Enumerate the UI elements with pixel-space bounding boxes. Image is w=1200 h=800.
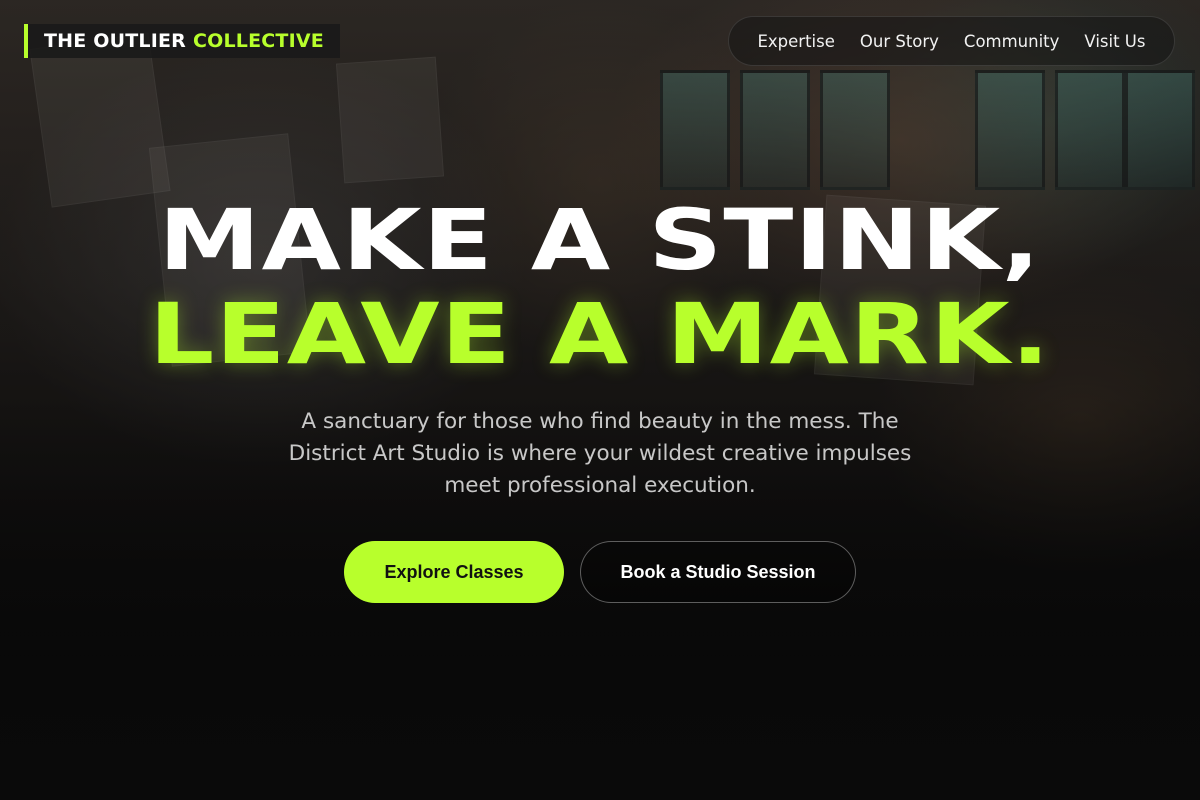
nav-link-community[interactable]: Community <box>964 32 1060 51</box>
hero-headline-line1: MAKE A STINK, <box>158 191 1042 289</box>
brand-logo[interactable]: THE OUTLIER COLLECTIVE <box>24 24 340 58</box>
hero-headline-line2: LEAVE A MARK. <box>148 285 1052 383</box>
nav-link-expertise[interactable]: Expertise <box>757 32 834 51</box>
brand-name-primary: THE OUTLIER <box>44 30 186 52</box>
main-nav: Expertise Our Story Community Visit Us <box>728 16 1175 66</box>
brand-name-accent: COLLECTIVE <box>192 30 324 52</box>
hero-overlay <box>0 0 1200 800</box>
nav-link-visit-us[interactable]: Visit Us <box>1084 32 1145 51</box>
nav-link-our-story[interactable]: Our Story <box>860 32 939 51</box>
hero-subheading: A sanctuary for those who find beauty in… <box>288 409 912 498</box>
book-studio-session-button[interactable]: Book a Studio Session <box>580 541 856 603</box>
explore-classes-button[interactable]: Explore Classes <box>344 541 564 603</box>
